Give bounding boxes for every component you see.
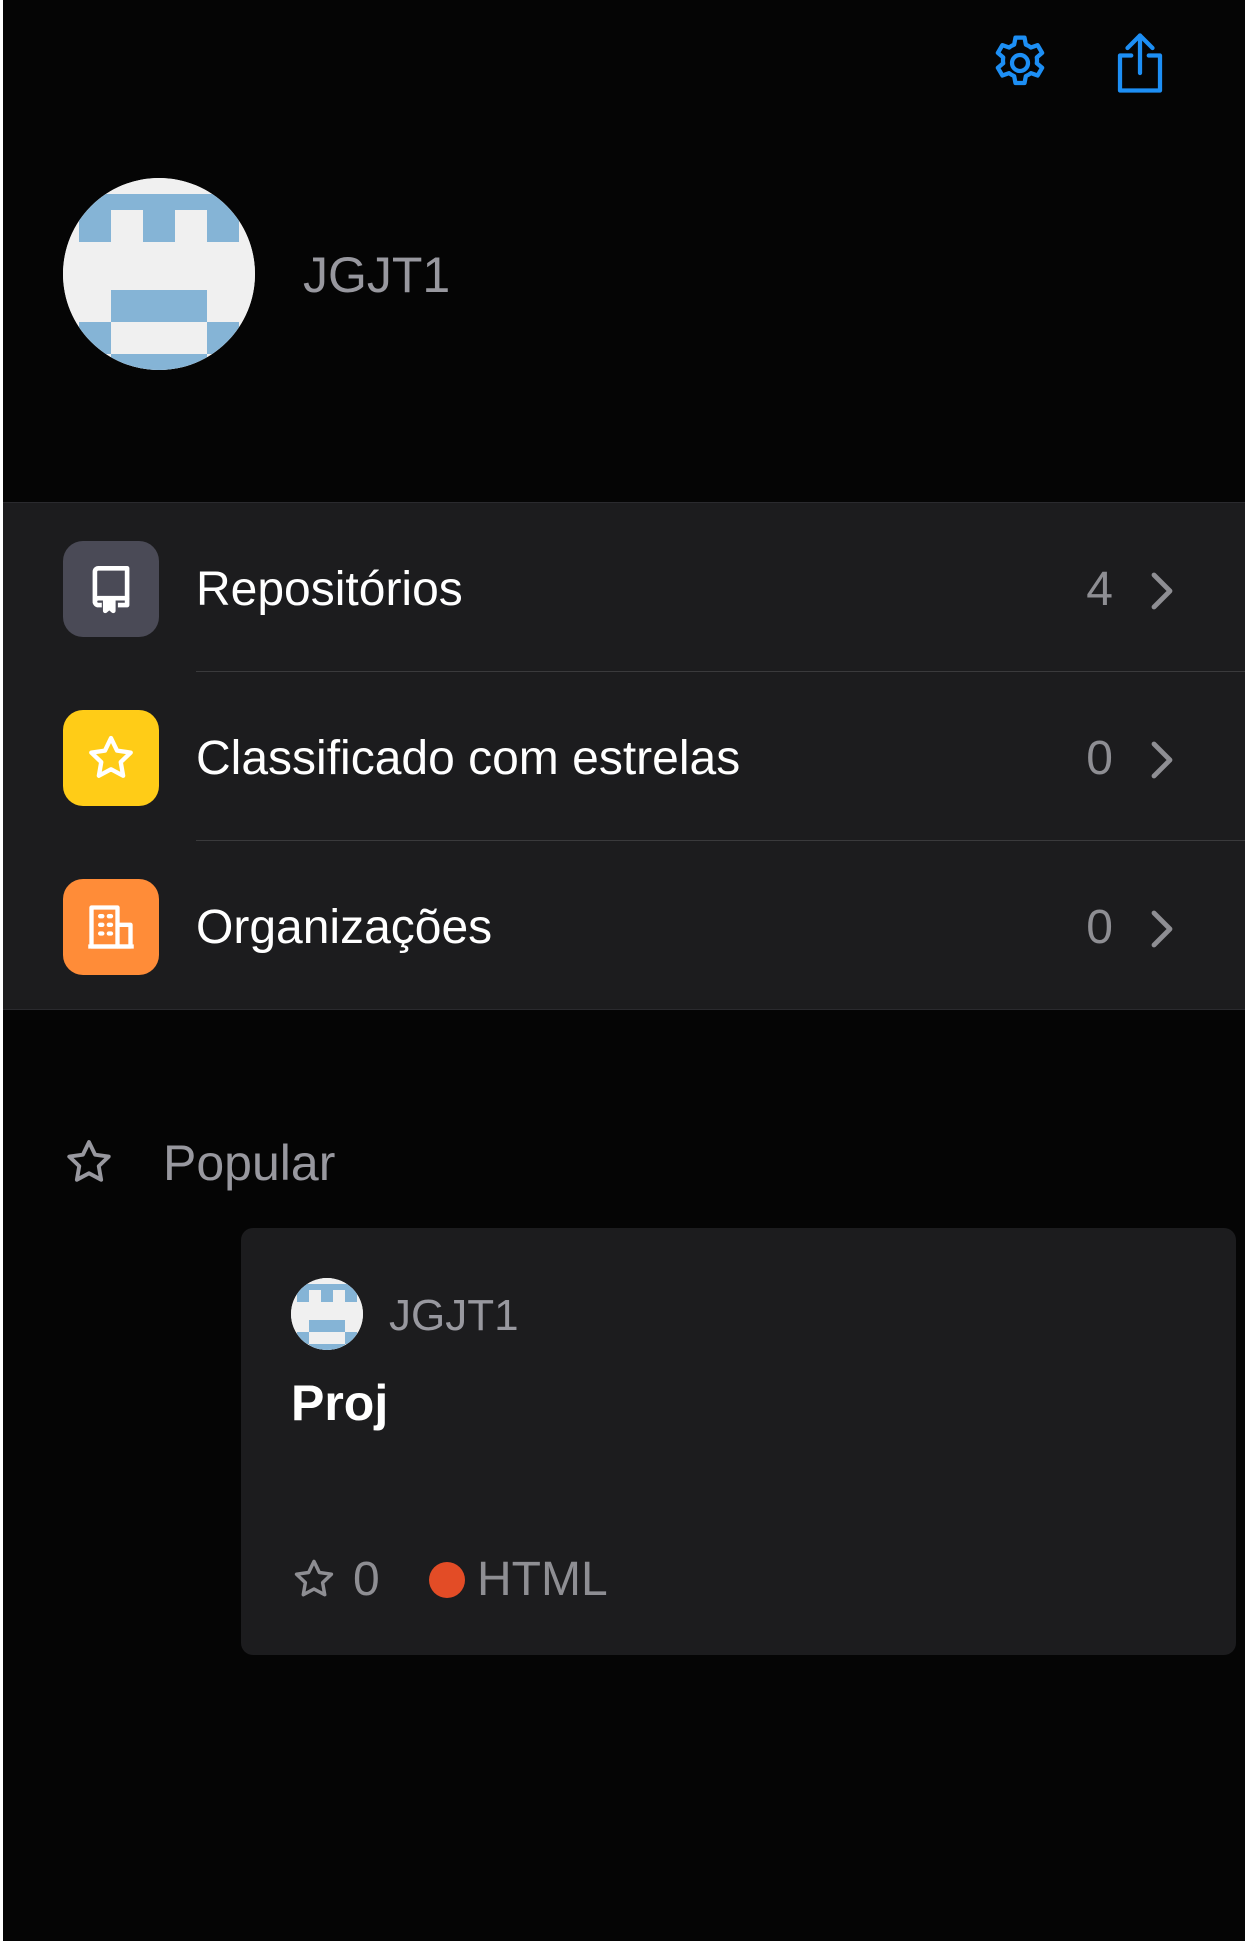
star-icon: [67, 1140, 111, 1182]
chevron-right-icon: [1151, 741, 1173, 779]
menu-item-count: 0: [1086, 901, 1113, 954]
share-icon: [1117, 33, 1163, 93]
menu-item-repositories[interactable]: Repositórios 4: [3, 503, 1245, 671]
menu-item-starred[interactable]: Classificado com estrelas 0: [3, 672, 1245, 840]
share-button[interactable]: [1103, 26, 1177, 100]
section-title: Popular: [163, 1135, 336, 1191]
star-icon: [89, 735, 133, 778]
repository-owner: JGJT1: [389, 1291, 519, 1340]
avatar: [291, 1278, 363, 1350]
repo-icon: [92, 566, 130, 614]
menu-item-organizations[interactable]: Organizações 0: [3, 841, 1245, 1009]
chevron-right-icon: [1151, 910, 1173, 948]
organization-icon: [88, 905, 134, 949]
gear-icon: [995, 35, 1045, 86]
chevron-right-icon: [1151, 572, 1173, 610]
repository-meta: 0 HTML: [291, 1550, 891, 1606]
star-icon-tile: [63, 710, 159, 806]
menu-item-label: Classificado com estrelas: [196, 732, 741, 785]
identicon: [63, 178, 255, 370]
profile-screen: JGJT1 Repositórios 4 Classificado com es…: [3, 0, 1245, 1941]
profile-menu: Repositórios 4 Classificado com estrelas…: [3, 502, 1245, 1010]
star-count: 0: [353, 1553, 380, 1606]
menu-item-count: 4: [1086, 563, 1113, 616]
menu-item-label: Organizações: [196, 901, 493, 954]
username: JGJT1: [303, 247, 451, 303]
avatar[interactable]: [63, 178, 255, 370]
repository-name: Proj: [291, 1375, 389, 1431]
settings-button[interactable]: [983, 26, 1057, 100]
repo-icon-tile: [63, 541, 159, 637]
language-color-dot: [429, 1562, 465, 1598]
popular-section-header: Popular: [63, 1130, 663, 1194]
star-icon: [294, 1559, 334, 1597]
repository-card[interactable]: JGJT1 Proj 0 HTML: [241, 1228, 1236, 1655]
identicon: [291, 1278, 363, 1350]
menu-item-count: 0: [1086, 732, 1113, 785]
menu-item-label: Repositórios: [196, 563, 463, 616]
repository-language: HTML: [477, 1553, 608, 1606]
organization-icon-tile: [63, 879, 159, 975]
